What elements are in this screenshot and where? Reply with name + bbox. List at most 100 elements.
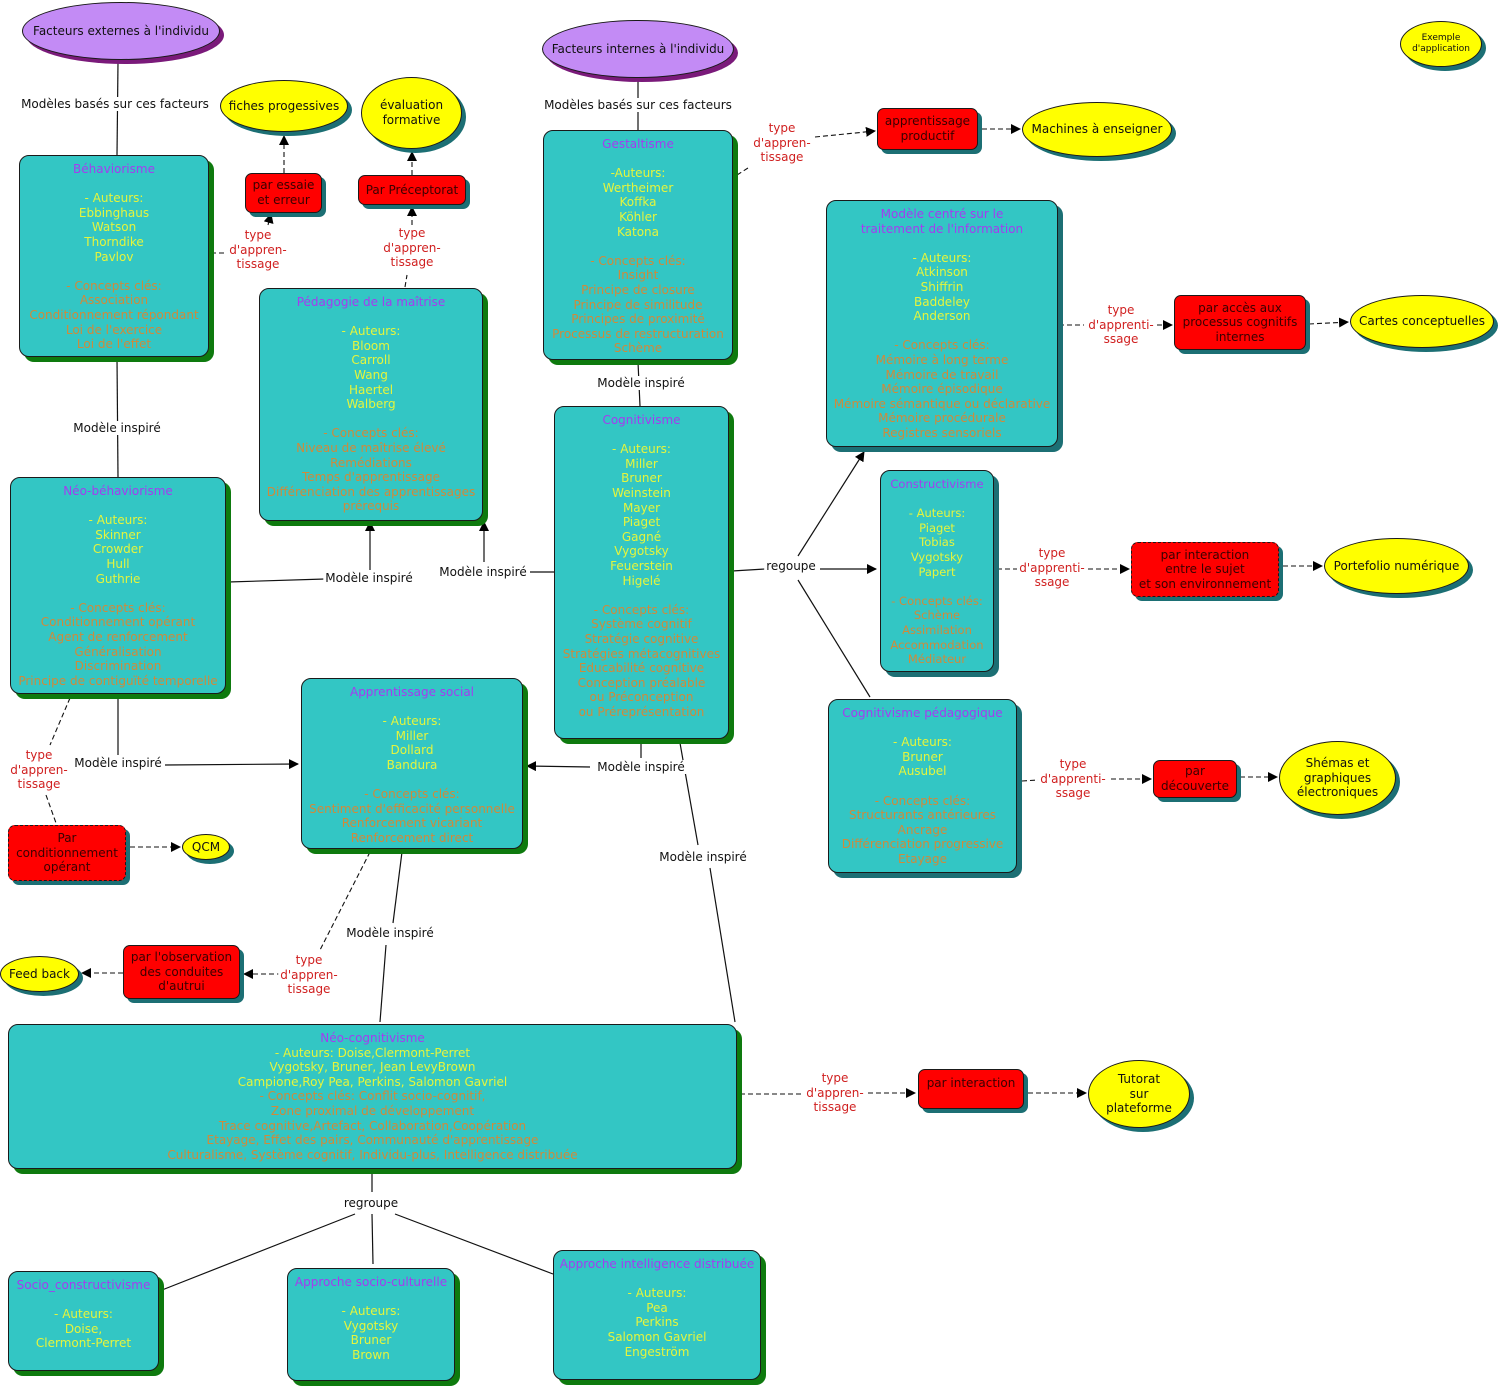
concept-authors: - Auteurs: Miller Dollard Bandura xyxy=(382,714,442,772)
concept-authors: - Auteurs: Bruner Ausubel xyxy=(893,735,952,779)
concept-cognitivisme[interactable]: Cognitivisme - Auteurs: Miller Bruner We… xyxy=(554,406,729,739)
concept-key-concepts: - Concepts clés: Conflit socio-cognitif,… xyxy=(167,1089,578,1162)
link-label-inspired: Modèle inspiré xyxy=(323,571,415,585)
concept-cognitivisme-pedagogique[interactable]: Cognitivisme pédagogique - Auteurs: Brun… xyxy=(828,699,1017,873)
edge xyxy=(814,126,876,138)
concept-authors: - Auteurs: Doise,Clermont-Perret Vygotsk… xyxy=(237,1045,508,1089)
connections-layer xyxy=(45,61,1349,1291)
application-qcm[interactable]: QCM xyxy=(182,834,230,860)
application-schemas-graphiques[interactable]: Shémas et graphiques électroniques xyxy=(1279,741,1396,815)
learning-type-interaction[interactable]: par interaction xyxy=(918,1069,1024,1109)
link-label-inspired: Modèle inspiré xyxy=(71,421,163,435)
concept-title: Modèle centré sur le traitement de l'inf… xyxy=(860,207,1024,236)
edge xyxy=(731,568,766,572)
concept-title: Béhaviorisme xyxy=(73,162,155,176)
edge xyxy=(679,742,699,846)
concept-authors: - Auteurs: Miller Bruner Weinstein Mayer… xyxy=(610,442,673,588)
learning-type-productif[interactable]: apprentissage productif xyxy=(877,108,978,150)
link-label-inspired: Modèle inspiré xyxy=(595,376,687,390)
edge xyxy=(371,1213,374,1265)
edge xyxy=(404,274,408,288)
concept-title: Pédagogie de la maîtrise xyxy=(296,295,446,309)
concept-authors: - Auteurs: Bloom Carroll Wang Haertel Wa… xyxy=(341,324,401,412)
concept-authors: - Auteurs: Vygotsky Bruner Brown xyxy=(341,1304,401,1362)
learning-type-essai-erreur[interactable]: par essaie et erreur xyxy=(245,173,322,213)
concept-authors: - Auteurs: Pea Perkins Salomon Gavriel E… xyxy=(607,1286,707,1359)
concept-key-concepts: - Concepts clés: Mémoire à long terme Mé… xyxy=(833,338,1051,440)
concept-key-concepts: - Concepts clés: Niveau de maîtrise élev… xyxy=(266,426,476,514)
concept-title: Cognitivisme xyxy=(602,413,681,427)
concept-authors: - Auteurs: Piaget Tobias Vygotsky Papert xyxy=(908,506,966,579)
link-label-learning-type: type d'appren- tissage xyxy=(381,226,443,270)
concept-gestaltisme[interactable]: Gestaltisme -Auteurs: Wertheimer Koffka … xyxy=(543,130,733,360)
concept-title: Constructivisme xyxy=(890,477,984,491)
link-label-learning-type: type d'appren- tissage xyxy=(227,228,289,272)
concept-behaviorisme[interactable]: Béhaviorisme - Auteurs: Ebbinghaus Watso… xyxy=(19,155,209,357)
root-external-factors[interactable]: Facteurs externes à l'individu xyxy=(22,2,220,60)
application-cartes-conceptuelles[interactable]: Cartes conceptuelles xyxy=(1350,295,1494,348)
edge xyxy=(526,761,591,772)
link-label-learning-type: type d'appren- tissage xyxy=(804,1071,866,1115)
link-label-groups: regoupe xyxy=(764,559,818,573)
learning-type-acces-processus[interactable]: par accès aux processus cognitifs intern… xyxy=(1174,295,1306,350)
learning-type-conditionnement[interactable]: Par conditionnement opérant xyxy=(8,825,126,881)
edge xyxy=(45,794,57,824)
link-label-inspired: Modèle inspiré xyxy=(437,565,529,579)
link-label-inspired: Modèle inspiré xyxy=(72,756,164,770)
edge xyxy=(116,357,119,478)
edge xyxy=(379,944,387,1023)
concept-apprentissage-social[interactable]: Apprentissage social - Auteurs: Miller D… xyxy=(301,678,523,849)
edge xyxy=(797,579,871,698)
concept-authors: - Auteurs: Doise, Clermont-Perret xyxy=(35,1307,132,1351)
concept-approche-socio-culturelle[interactable]: Approche socio-culturelle - Auteurs: Vyg… xyxy=(287,1268,455,1381)
concept-title: Cognitivisme pédagogique xyxy=(842,706,1003,720)
concept-constructivisme[interactable]: Constructivisme - Auteurs: Piaget Tobias… xyxy=(880,470,994,672)
concept-neo-behaviorisme[interactable]: Néo-béhaviorisme - Auteurs: Skinner Crow… xyxy=(10,477,226,694)
concept-traitement-information[interactable]: Modèle centré sur le traitement de l'inf… xyxy=(826,200,1058,447)
concept-authors: - Auteurs: Atkinson Shiffrin Baddeley An… xyxy=(912,250,972,324)
application-tutorat-plateforme[interactable]: Tutorat sur plateforme xyxy=(1088,1060,1190,1128)
link-label-based-on: Modèles basés sur ces facteurs xyxy=(19,97,211,111)
concept-authors: - Auteurs: Ebbinghaus Watson Thorndike P… xyxy=(78,191,150,264)
link-label-learning-type: type d'apprenti- ssage xyxy=(1086,303,1156,347)
edge xyxy=(736,167,749,176)
edge xyxy=(227,578,326,583)
concept-key-concepts: - Concepts clés: Sentiment d'efficacité … xyxy=(309,787,515,845)
learning-type-decouverte[interactable]: par découverte xyxy=(1153,760,1237,798)
concept-key-concepts: - Concepts clés: Système cognitif Straté… xyxy=(562,602,721,719)
application-feed-back[interactable]: Feed back xyxy=(0,956,79,992)
concept-title: Apprentissage social xyxy=(349,685,475,699)
edge xyxy=(49,697,71,746)
concept-authors: -Auteurs: Wertheimer Koffka Köhler Katon… xyxy=(602,166,674,239)
link-label-learning-type: type d'apprenti- ssage xyxy=(1017,546,1087,590)
edge xyxy=(164,759,299,770)
link-label-based-on: Modèles basés sur ces facteurs xyxy=(542,98,734,112)
concept-socio-constructivisme[interactable]: Socio_constructivisme - Auteurs: Doise, … xyxy=(8,1271,159,1371)
edge xyxy=(797,451,865,557)
concept-key-concepts: - Concepts clés: Association Conditionne… xyxy=(29,278,199,352)
edge xyxy=(1308,317,1349,328)
edge xyxy=(392,851,403,924)
concept-title: Gestaltisme xyxy=(602,137,674,151)
learning-type-preceptorat[interactable]: Par Préceptorat xyxy=(358,175,466,205)
concept-pedagogie-maitrise[interactable]: Pédagogie de la maîtrise - Auteurs: Bloo… xyxy=(259,288,483,521)
link-label-learning-type: type d'appren- tissage xyxy=(278,953,340,997)
concept-key-concepts: - Concepts clés: Insight Principe de clo… xyxy=(552,253,724,356)
edge xyxy=(709,867,736,1023)
application-fiches-progressives[interactable]: fiches progessives xyxy=(220,80,348,132)
concept-neo-cognitivisme[interactable]: Néo-cognitivisme - Auteurs: Doise,Clermo… xyxy=(8,1024,737,1169)
concept-key-concepts: - Concepts clés: Structurants antérieure… xyxy=(841,793,1004,866)
concept-intelligence-distribuee[interactable]: Approche intelligence distribuée - Auteu… xyxy=(553,1250,761,1380)
application-evaluation-formative[interactable]: évaluation formative xyxy=(361,77,462,149)
learning-type-interaction-environnement[interactable]: par interaction entre le sujet et son en… xyxy=(1131,542,1279,597)
concept-title: Néo-béhaviorisme xyxy=(63,484,173,498)
edge xyxy=(1021,779,1039,782)
application-portefolio-numerique[interactable]: Portefolio numérique xyxy=(1324,538,1469,594)
root-internal-factors[interactable]: Facteurs internes à l'individu xyxy=(542,20,734,78)
concept-title: Socio_constructivisme xyxy=(16,1278,151,1292)
edge xyxy=(263,213,274,226)
concept-key-concepts: - Concepts clés: Schème Assimilation Acc… xyxy=(890,593,984,667)
legend-application-example: Exemple d'application xyxy=(1400,21,1482,67)
learning-type-observation[interactable]: par l'observation des conduites d'autrui xyxy=(123,945,240,999)
application-machines-enseigner[interactable]: Machines à enseigner xyxy=(1022,102,1172,157)
